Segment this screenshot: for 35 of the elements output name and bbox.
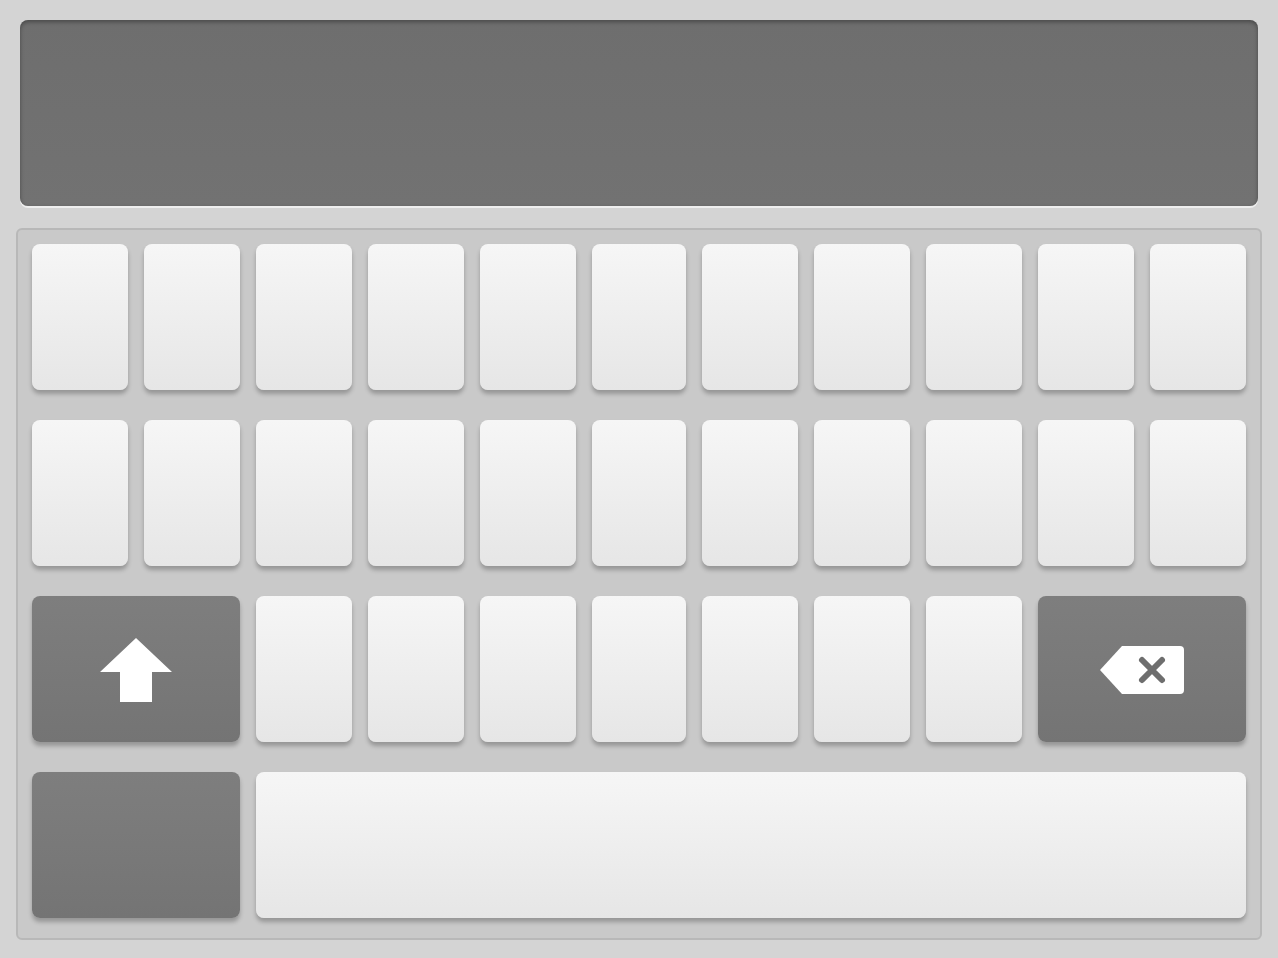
backspace-icon [1098, 643, 1187, 695]
key[interactable] [143, 420, 240, 566]
key[interactable] [591, 420, 687, 566]
shift-arrow-icon [97, 635, 174, 703]
space-bar[interactable] [255, 772, 1246, 918]
key[interactable] [814, 596, 911, 742]
key[interactable] [926, 244, 1023, 390]
key[interactable] [1038, 244, 1135, 390]
key[interactable] [702, 420, 799, 566]
key[interactable] [591, 244, 687, 390]
backspace-key[interactable] [1038, 596, 1246, 742]
key[interactable] [32, 244, 128, 390]
key[interactable] [814, 420, 911, 566]
key[interactable] [702, 596, 799, 742]
key[interactable] [255, 596, 352, 742]
key[interactable] [926, 596, 1023, 742]
key[interactable] [479, 420, 576, 566]
key[interactable] [143, 244, 240, 390]
key[interactable] [926, 420, 1023, 566]
shift-key[interactable] [32, 596, 240, 742]
key[interactable] [702, 244, 799, 390]
key[interactable] [479, 244, 576, 390]
key[interactable] [591, 596, 687, 742]
key[interactable] [479, 596, 576, 742]
key[interactable] [367, 596, 464, 742]
function-key[interactable] [32, 772, 240, 918]
key[interactable] [255, 420, 352, 566]
key[interactable] [1038, 420, 1135, 566]
key[interactable] [367, 420, 464, 566]
key[interactable] [255, 244, 352, 390]
key[interactable] [32, 420, 128, 566]
key[interactable] [1150, 420, 1246, 566]
key[interactable] [367, 244, 464, 390]
key[interactable] [814, 244, 911, 390]
key[interactable] [1150, 244, 1246, 390]
